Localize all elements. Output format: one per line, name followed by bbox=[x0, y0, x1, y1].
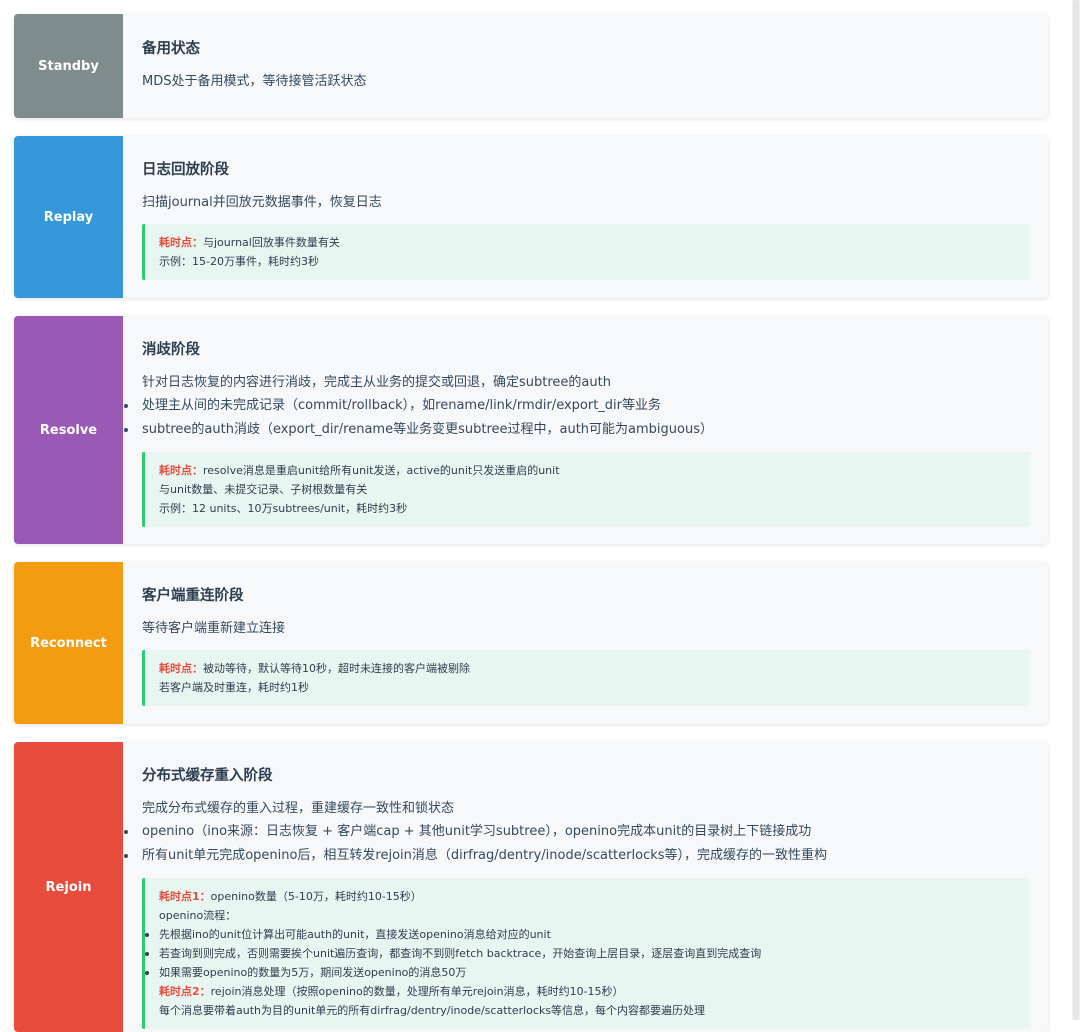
phase-card-standby: Standby 备用状态 MDS处于备用模式，等待接管活跃状态 bbox=[14, 14, 1048, 118]
cost-note-text: 被动等待，默认等待10秒，超时未连接的客户端被剔除 bbox=[203, 662, 470, 675]
cost-note: 耗时点：resolve消息是重启unit给所有unit发送，active的uni… bbox=[142, 452, 1030, 527]
phase-title: 客户端重连阶段 bbox=[142, 588, 244, 604]
phase-title: 分布式缓存重入阶段 bbox=[142, 768, 273, 784]
phase-bullet-list: 处理主从间的未完成记录（commit/rollback），如rename/lin… bbox=[124, 394, 1030, 442]
phase-title: 日志回放阶段 bbox=[142, 162, 229, 178]
phase-title: 消歧阶段 bbox=[142, 342, 200, 358]
cost-note-key: 耗时点： bbox=[159, 662, 203, 675]
cost-note-line: 示例：12 units、10万subtrees/unit，耗时约3秒 bbox=[159, 502, 408, 515]
phase-card-rejoin: Rejoin 分布式缓存重入阶段 完成分布式缓存的重入过程，重建缓存一致性和锁状… bbox=[14, 742, 1048, 1032]
cost-note-line: 耗时点：resolve消息是重启unit给所有unit发送，active的uni… bbox=[159, 461, 1016, 480]
cost-note-line: 耗时点2：rejoin消息处理（按照openino的数量，处理所有单元rejoi… bbox=[159, 982, 1016, 1001]
cost-note-text: resolve消息是重启unit给所有unit发送，active的unit只发送… bbox=[203, 464, 560, 477]
cost-note-line: 耗时点：与journal回放事件数量有关 bbox=[159, 233, 1016, 252]
phase-body: 日志回放阶段 扫描journal并回放元数据事件，恢复日志 耗时点：与journ… bbox=[123, 136, 1048, 298]
cost-note-bullet: 先根据ino的unit位计算出可能auth的unit，直接发送openino消息… bbox=[145, 925, 1016, 944]
phase-description: MDS处于备用模式，等待接管活跃状态 bbox=[142, 74, 367, 89]
phase-label-resolve: Resolve bbox=[14, 316, 123, 544]
phase-card-resolve: Resolve 消歧阶段 针对日志恢复的内容进行消歧，完成主从业务的提交或回退，… bbox=[14, 316, 1048, 544]
cost-note-key: 耗时点： bbox=[159, 236, 203, 249]
cost-note: 耗时点1：openino数量（5-10万，耗时约10-15秒） openino流… bbox=[142, 878, 1030, 1029]
cost-note-key: 耗时点： bbox=[159, 464, 203, 477]
cost-note: 耗时点：与journal回放事件数量有关 示例：15-20万事件，耗时约3秒 bbox=[142, 224, 1030, 280]
phase-bullet: 处理主从间的未完成记录（commit/rollback），如rename/lin… bbox=[123, 394, 1030, 418]
phase-list: Standby 备用状态 MDS处于备用模式，等待接管活跃状态 Replay 日… bbox=[14, 14, 1048, 1032]
phase-body: 分布式缓存重入阶段 完成分布式缓存的重入过程，重建缓存一致性和锁状态 openi… bbox=[123, 742, 1048, 1032]
cost-note-line: openino流程： bbox=[159, 909, 237, 922]
phase-body: 客户端重连阶段 等待客户端重新建立连接 耗时点：被动等待，默认等待10秒，超时未… bbox=[123, 562, 1048, 724]
phase-description: 针对日志恢复的内容进行消歧，完成主从业务的提交或回退，确定subtree的aut… bbox=[142, 375, 611, 390]
cost-note-bullet-list: 先根据ino的unit位计算出可能auth的unit，直接发送openino消息… bbox=[145, 925, 1016, 982]
cost-note-key: 耗时点1： bbox=[159, 890, 211, 903]
cost-note-line: 耗时点1：openino数量（5-10万，耗时约10-15秒） bbox=[159, 887, 1016, 906]
phase-bullet: 所有unit单元完成openino后，相互转发rejoin消息（dirfrag/… bbox=[123, 844, 1030, 868]
cost-note-text: openino数量（5-10万，耗时约10-15秒） bbox=[210, 890, 422, 903]
phase-label-reconnect: Reconnect bbox=[14, 562, 123, 724]
cost-note-key: 耗时点2： bbox=[159, 985, 211, 998]
cost-note-bullet: 如果需要openino的数量为5万，期间发送openino的消息50万 bbox=[145, 963, 1016, 982]
phase-label-replay: Replay bbox=[14, 136, 123, 298]
cost-note-line: 与unit数量、未提交记录、子树根数量有关 bbox=[159, 483, 368, 496]
scrollbar-thumb[interactable] bbox=[1073, 0, 1079, 1020]
cost-note-bullet: 若查询到则完成，否则需要挨个unit遍历查询，都查询不到则fetch backt… bbox=[145, 944, 1016, 963]
phase-label-standby: Standby bbox=[14, 14, 123, 118]
phase-label-rejoin: Rejoin bbox=[14, 742, 123, 1032]
cost-note-line: 每个消息要带着auth为目的unit单元的所有dirfrag/dentry/in… bbox=[159, 1004, 706, 1017]
vertical-scrollbar[interactable] bbox=[1072, 0, 1080, 1020]
cost-note-line: 若客户端及时重连，耗时约1秒 bbox=[159, 681, 309, 694]
cost-note-line: 耗时点：被动等待，默认等待10秒，超时未连接的客户端被剔除 bbox=[159, 659, 1016, 678]
phase-bullet: openino（ino来源：日志恢复 + 客户端cap + 其他unit学习su… bbox=[123, 820, 1030, 844]
cost-note: 耗时点：被动等待，默认等待10秒，超时未连接的客户端被剔除 若客户端及时重连，耗… bbox=[142, 650, 1030, 706]
phase-title: 备用状态 bbox=[142, 41, 200, 57]
cost-note-text: rejoin消息处理（按照openino的数量，处理所有单元rejoin消息，耗… bbox=[210, 985, 624, 998]
phase-body: 备用状态 MDS处于备用模式，等待接管活跃状态 bbox=[123, 14, 1048, 118]
phase-card-replay: Replay 日志回放阶段 扫描journal并回放元数据事件，恢复日志 耗时点… bbox=[14, 136, 1048, 298]
phase-body: 消歧阶段 针对日志恢复的内容进行消歧，完成主从业务的提交或回退，确定subtre… bbox=[123, 316, 1048, 544]
phase-bullet-list: openino（ino来源：日志恢复 + 客户端cap + 其他unit学习su… bbox=[124, 820, 1030, 868]
phase-description: 完成分布式缓存的重入过程，重建缓存一致性和锁状态 bbox=[142, 801, 455, 816]
phase-description: 等待客户端重新建立连接 bbox=[142, 621, 286, 636]
cost-note-line: 示例：15-20万事件，耗时约3秒 bbox=[159, 255, 319, 268]
phase-bullet: subtree的auth消歧（export_dir/rename等业务变更sub… bbox=[123, 418, 1030, 442]
phase-description: 扫描journal并回放元数据事件，恢复日志 bbox=[142, 195, 382, 210]
phase-card-reconnect: Reconnect 客户端重连阶段 等待客户端重新建立连接 耗时点：被动等待，默… bbox=[14, 562, 1048, 724]
cost-note-text: 与journal回放事件数量有关 bbox=[203, 236, 340, 249]
